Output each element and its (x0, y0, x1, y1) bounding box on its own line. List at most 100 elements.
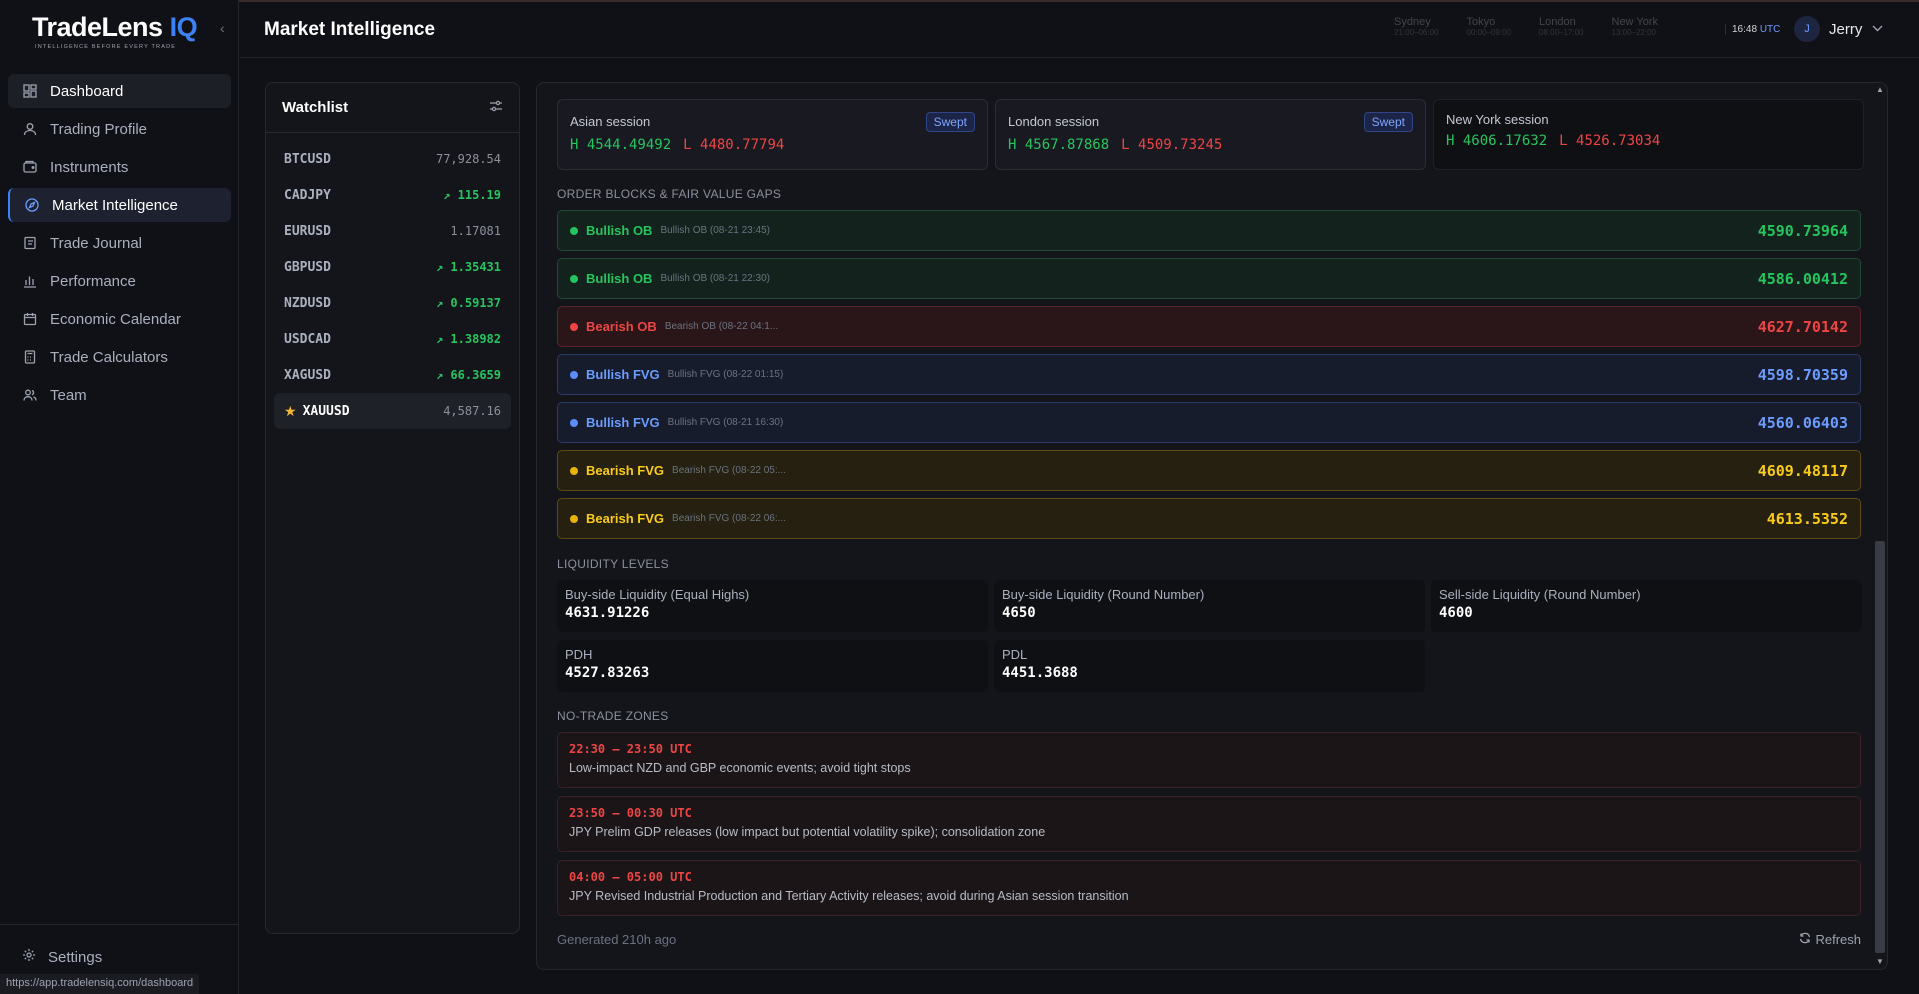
sidebar-item-label: Performance (50, 272, 136, 290)
scroll-up-icon[interactable]: ▲ (1875, 85, 1885, 95)
sidebar-item-team[interactable]: Team (8, 378, 231, 412)
journal-icon (22, 235, 38, 251)
liquidity-name: PDH (565, 647, 593, 662)
ob-label: Bullish FVG (586, 367, 660, 382)
sidebar-item-market-intelligence[interactable]: Market Intelligence (8, 188, 231, 222)
session-low: 4526.73034 (1576, 133, 1661, 149)
price-up: ↗ 115.19 (443, 188, 501, 202)
session-ranges: Asian session H 4544.49492 L 4480.77794 S… (557, 99, 1871, 170)
zone-description: JPY Prelim GDP releases (low impact but … (569, 825, 1046, 839)
watchlist-item[interactable]: GBPUSD ↗ 1.35431 (274, 249, 511, 285)
price: 115.19 (457, 188, 501, 202)
price-up: ↗ 1.38982 (436, 332, 501, 346)
dashboard-icon (22, 83, 38, 99)
liquidity-value: 4527.83263 (565, 665, 650, 681)
session-time: 13:00–22:00 (1611, 28, 1657, 37)
liquidity-card: Buy-side Liquidity (Equal Highs) 4631.912… (557, 580, 988, 632)
ob-sublabel: Bullish OB (08-21 22:30) (660, 273, 770, 284)
logo-accent: IQ (169, 12, 198, 42)
status-bar-url: https://app.tradelensiq.com/dashboard (0, 974, 200, 994)
symbol: XAGUSD (284, 367, 331, 383)
session-card-asian: Asian session H 4544.49492 L 4480.77794 S… (557, 99, 988, 170)
session-name: London session (1008, 114, 1100, 129)
session-name: Sydney (1394, 16, 1431, 28)
price: 1.17081 (450, 224, 501, 238)
order-block-row[interactable]: Bearish OB Bearish OB (08-22 04:1... 4627.… (557, 306, 1861, 347)
liquidity-card: PDL 4451.3688 (994, 640, 1425, 692)
sidebar-item-label: Trading Profile (50, 120, 147, 138)
scrollbar[interactable]: ▲ ▼ (1873, 83, 1887, 969)
sidebar-item-dashboard[interactable]: Dashboard (8, 74, 231, 108)
session-name: New York (1611, 16, 1658, 28)
ob-sublabel: Bullish FVG (08-21 16:30) (667, 417, 784, 428)
zone-time: 23:50 – 00:30 UTC (569, 806, 692, 820)
filter-icon[interactable] (489, 99, 503, 117)
sidebar-item-label: Market Intelligence (52, 196, 178, 214)
sidebar-item-label: Economic Calendar (50, 310, 181, 328)
fvg-row[interactable]: Bullish FVG Bullish FVG (08-21 16:30) 4560… (557, 402, 1861, 443)
watchlist-item[interactable]: NZDUSD ↗ 0.59137 (274, 285, 511, 321)
fvg-row[interactable]: Bearish FVG Bearish FVG (08-22 06:... 4613… (557, 498, 1861, 539)
symbol: BTCUSD (284, 151, 331, 167)
sidebar-item-label: Team (50, 386, 87, 404)
sidebar-item-instruments[interactable]: Instruments (8, 150, 231, 184)
logo[interactable]: TradeLens IQ INTELLIGENCE BEFORE EVERY T… (32, 12, 198, 50)
scroll-down-icon[interactable]: ▼ (1875, 957, 1885, 967)
price-up: ↗ 0.59137 (436, 296, 501, 310)
sidebar-item-trading-profile[interactable]: Trading Profile (8, 112, 231, 146)
avatar: J (1794, 16, 1820, 42)
sidebar-item-trade-journal[interactable]: Trade Journal (8, 226, 231, 260)
no-trade-zone: 04:00 – 05:00 UTC JPY Revised Industrial … (557, 860, 1861, 916)
swept-badge: Swept (1363, 112, 1413, 132)
watchlist-title: Watchlist (282, 99, 349, 116)
logo-text: TradeLens (32, 12, 163, 42)
watchlist-item[interactable]: XAGUSD ↗ 66.3659 (274, 357, 511, 393)
bar-chart-icon (22, 273, 38, 289)
ob-label: Bullish OB (586, 271, 653, 286)
collapse-sidebar-button[interactable]: ‹ (220, 20, 225, 36)
watchlist-item[interactable]: EURUSD 1.17081 (274, 213, 511, 249)
sidebar-item-performance[interactable]: Performance (8, 264, 231, 298)
liquidity-value: 4631.91226 (565, 605, 650, 621)
header: Market Intelligence Sydney 21:00–06:00 To… (240, 2, 1919, 58)
ob-value: 4560.06403 (1757, 413, 1848, 432)
liquidity-value: 4650 (1002, 605, 1036, 621)
scrollbar-thumb[interactable] (1875, 541, 1885, 953)
generated-timestamp: Generated 210h ago (557, 932, 677, 947)
bearish-fvg-dot-icon (570, 466, 578, 475)
sidebar-nav: Dashboard Trading Profile Instruments Ma… (8, 74, 231, 416)
watchlist-item[interactable]: USDCAD ↗ 1.38982 (274, 321, 511, 357)
wallet-icon (22, 159, 38, 175)
watchlist-item[interactable]: BTCUSD 77,928.54 (274, 141, 511, 177)
order-block-row[interactable]: Bullish OB Bullish OB (08-21 22:30) 4586.0… (557, 258, 1861, 299)
watchlist-item[interactable]: CADJPY ↗ 115.19 (274, 177, 511, 213)
symbol: USDCAD (284, 331, 331, 347)
fvg-row[interactable]: Bullish FVG Bullish FVG (08-22 01:15) 4598… (557, 354, 1861, 395)
order-block-row[interactable]: Bullish OB Bullish OB (08-21 23:45) 4590.7… (557, 210, 1861, 251)
refresh-label: Refresh (1815, 932, 1861, 947)
watchlist-item-selected[interactable]: ★ XAUUSD 4,587.16 (274, 393, 511, 429)
refresh-button[interactable]: Refresh (1799, 932, 1861, 947)
sidebar-item-settings[interactable]: Settings (22, 948, 102, 966)
bullish-fvg-dot-icon (570, 418, 578, 427)
ob-value: 4609.48117 (1757, 461, 1848, 480)
price-up: ↗ 1.35431 (436, 260, 501, 274)
sidebar-item-label: Dashboard (50, 82, 124, 100)
liquidity-name: Sell-side Liquidity (Round Number) (1439, 587, 1641, 602)
price: 77,928.54 (435, 152, 501, 166)
liquidity-section-label: LIQUIDITY LEVELS (557, 557, 669, 571)
symbol: XAUUSD (302, 403, 350, 419)
liquidity-value: 4451.3688 (1002, 665, 1078, 681)
sidebar-divider (0, 924, 239, 925)
sidebar-item-economic-calendar[interactable]: Economic Calendar (8, 302, 231, 336)
compass-icon (24, 197, 40, 213)
zone-description: JPY Revised Industrial Production and Te… (569, 889, 1129, 903)
session-low: 4480.77794 (700, 137, 785, 153)
sidebar-item-trade-calculators[interactable]: Trade Calculators (8, 340, 231, 374)
fvg-row[interactable]: Bearish FVG Bearish FVG (08-22 05:... 4609… (557, 450, 1861, 491)
sidebar-item-label: Trade Calculators (50, 348, 168, 366)
sidebar-item-label: Trade Journal (50, 234, 142, 252)
star-icon[interactable]: ★ (284, 403, 297, 420)
user-menu[interactable]: J Jerry (1794, 16, 1883, 42)
session-card-london: London session H 4567.87868 L 4509.73245 … (995, 99, 1426, 170)
